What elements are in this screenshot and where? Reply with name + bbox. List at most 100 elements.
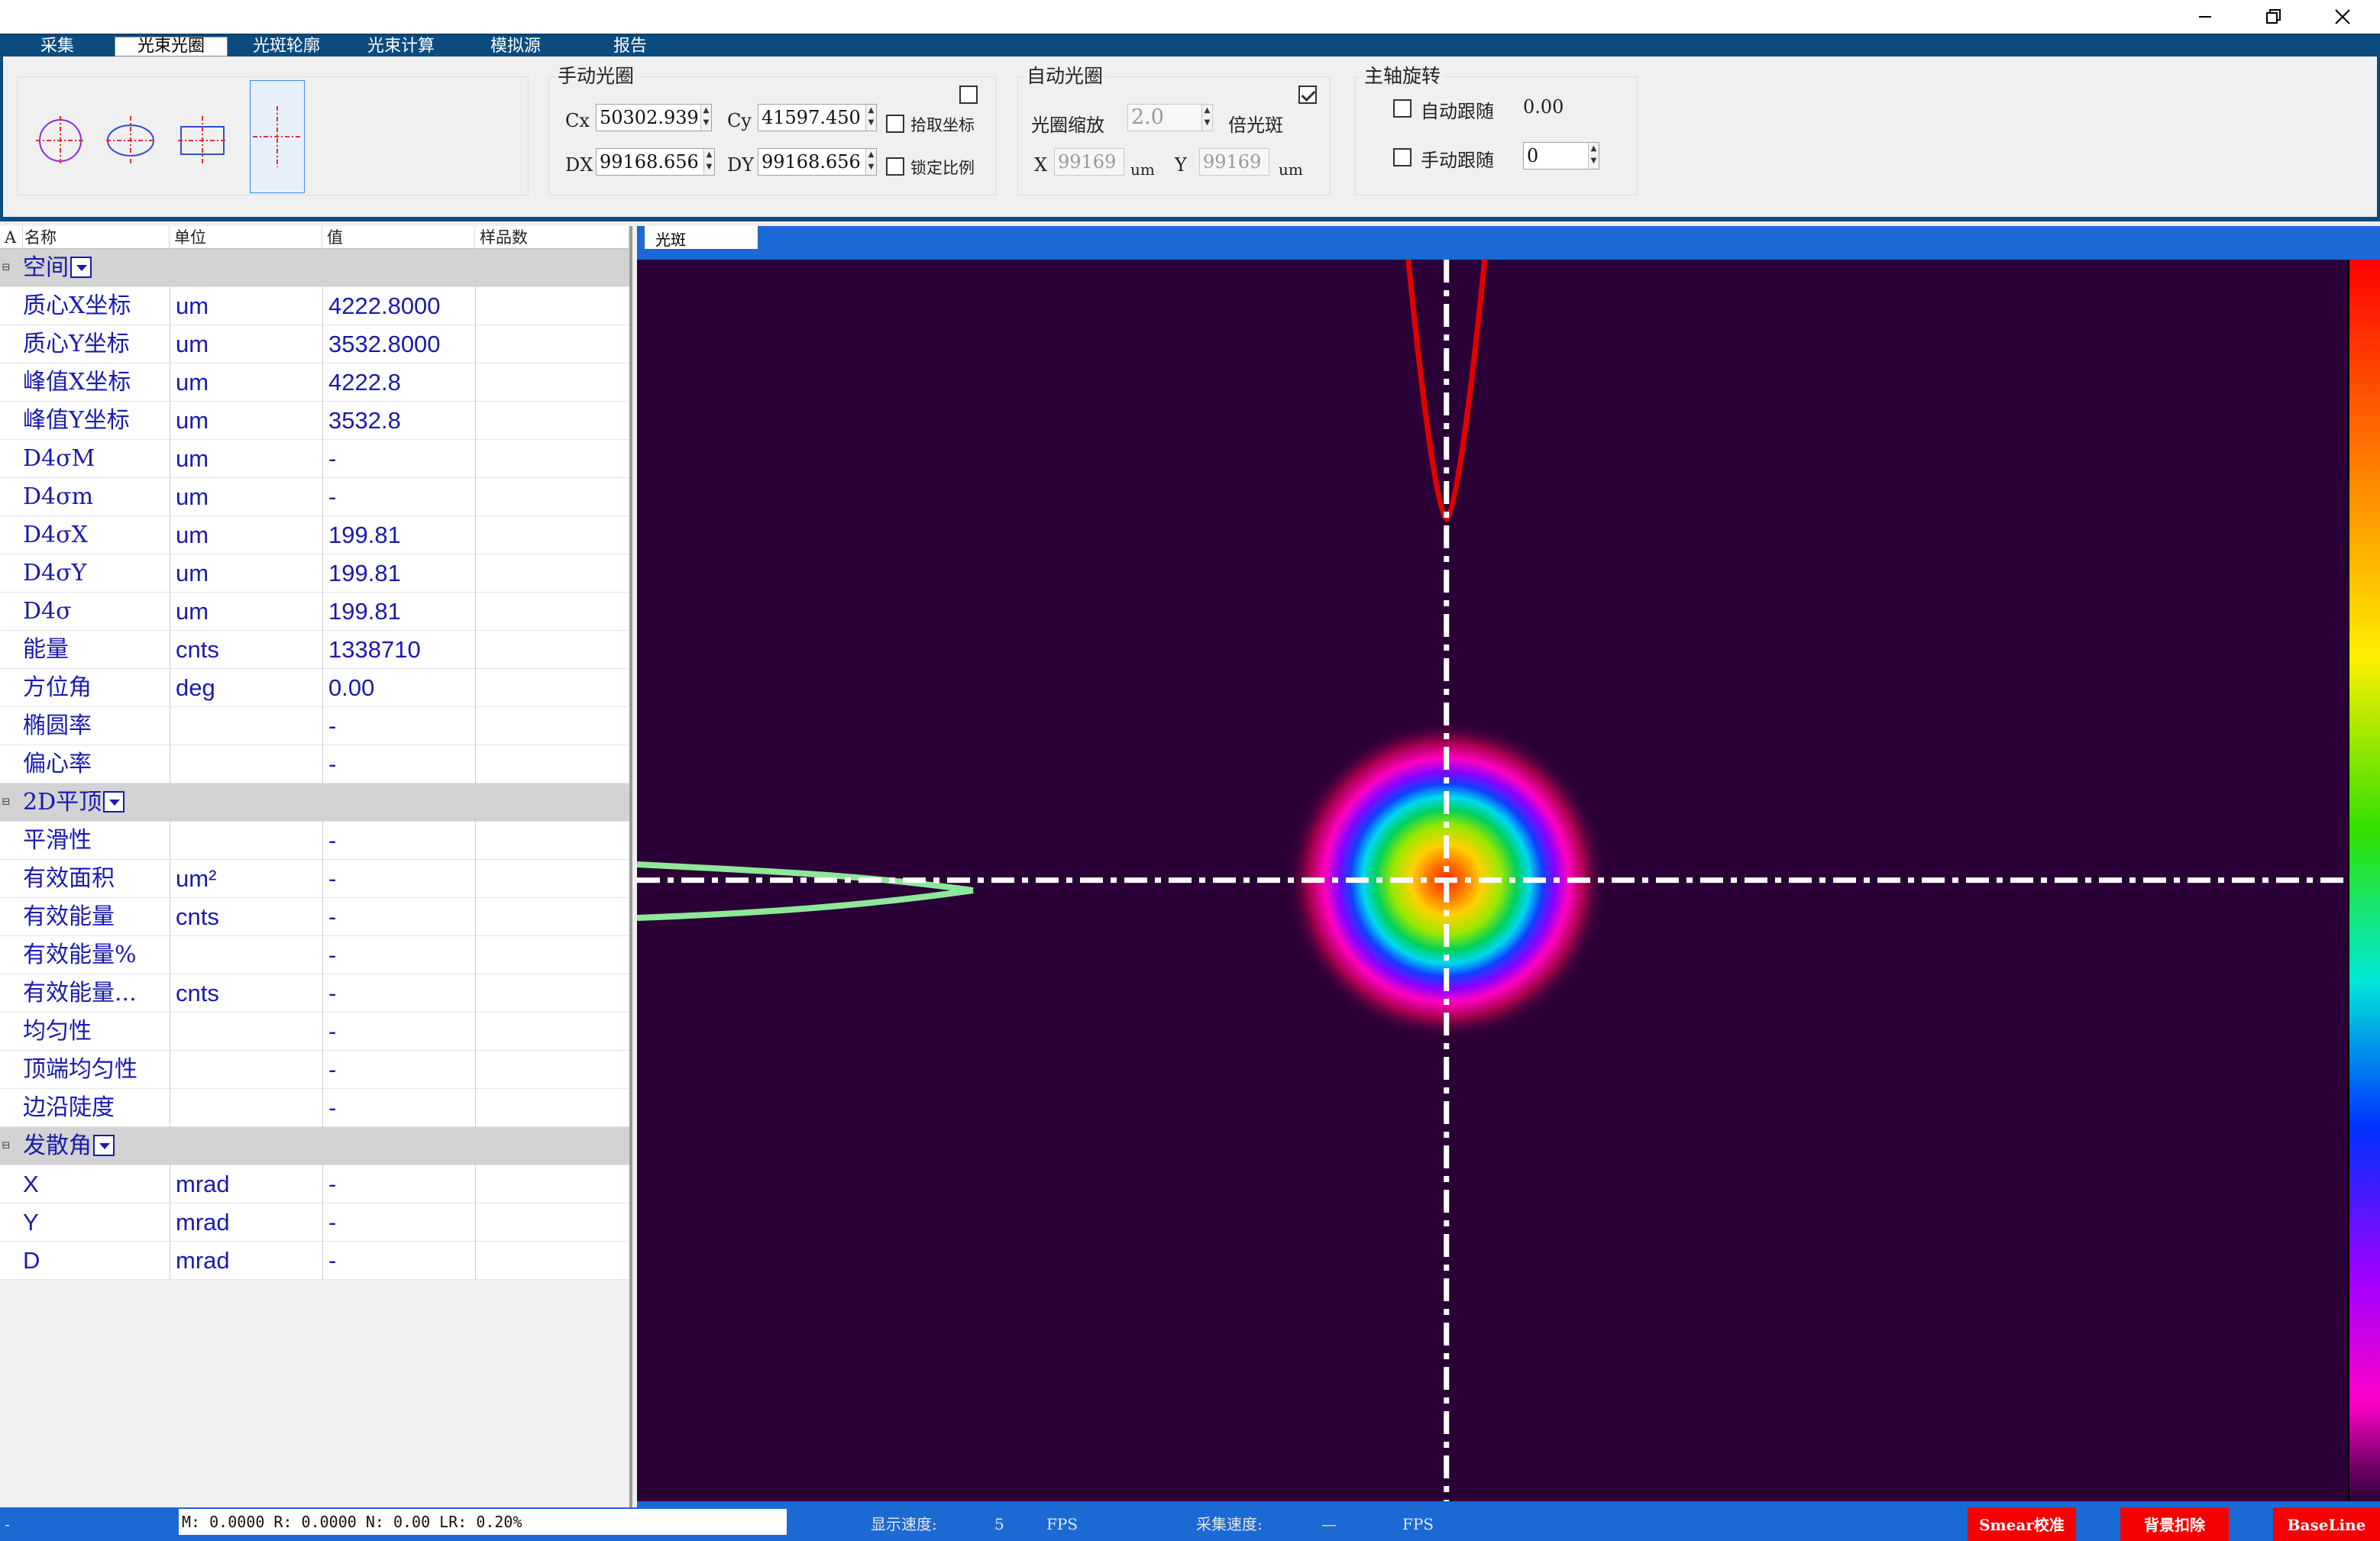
grid-row[interactable]: 质心Y坐标 um 3532.8000 (0, 325, 629, 363)
dropdown-arrow-icon[interactable] (93, 1135, 115, 1156)
collapse-icon[interactable]: ⊟ (2, 796, 12, 808)
menu-item-capture[interactable]: 采集 (23, 35, 92, 58)
property-value: - (328, 942, 337, 968)
close-button[interactable] (2308, 0, 2377, 34)
menu-item-aperture[interactable]: 光束光圈 (115, 37, 228, 57)
column-divider (322, 1089, 323, 1127)
rotation-title: 主轴旋转 (1361, 61, 1444, 89)
spin-arrows-icon[interactable]: ▲ ▼ (1588, 143, 1599, 169)
spin-arrows-icon[interactable]: ▲ ▼ (703, 149, 714, 175)
grid-row[interactable]: 偏心率 - (0, 745, 629, 783)
grid-row[interactable]: 有效面积 um² - (0, 860, 629, 898)
column-divider (475, 249, 476, 287)
grid-row[interactable]: 峰值Y坐标 um 3532.8 (0, 402, 629, 440)
grid-row[interactable]: 均匀性 - (0, 1013, 629, 1051)
manual-follow-checkbox[interactable] (1393, 148, 1412, 166)
grid-row[interactable]: 峰值X坐标 um 4222.8 (0, 363, 629, 402)
auto-y-input[interactable]: 99169 (1199, 148, 1269, 176)
property-unit: mrad (176, 1209, 230, 1236)
auto-x-input[interactable]: 99169 (1054, 148, 1124, 176)
column-divider (475, 287, 476, 325)
grid-row[interactable]: Ymrad - (0, 1203, 629, 1242)
spin-arrows-icon[interactable]: ▲ ▼ (865, 105, 876, 131)
dy-input[interactable]: 99168.656 ▲ ▼ (758, 148, 877, 176)
beam-spot-view[interactable] (637, 260, 2380, 1507)
grid-row[interactable]: 有效能量% - (0, 936, 629, 974)
spin-arrows-icon[interactable]: ▲ ▼ (865, 149, 876, 175)
ellipse-shape-button[interactable] (33, 85, 88, 196)
header-samples[interactable]: 样品数 (475, 226, 629, 249)
header-name[interactable]: 名称 (20, 226, 170, 249)
grid-group-row[interactable]: ⊟ 发散角 (0, 1127, 629, 1165)
dropdown-arrow-icon[interactable] (70, 257, 92, 278)
pick-coords-checkbox[interactable] (886, 115, 904, 133)
grid-row[interactable]: D4σX um 199.81 (0, 516, 629, 554)
tab-beam-spot[interactable]: 光斑 (645, 226, 758, 249)
restore-button[interactable] (2239, 0, 2308, 34)
display-speed-label: 显示速度: (871, 1515, 937, 1533)
property-value: 199.81 (328, 560, 401, 586)
grid-row[interactable]: 顶端均匀性 - (0, 1051, 629, 1089)
smear-calibration-button[interactable]: Smear校准 (1968, 1507, 2076, 1541)
grid-row[interactable]: D4σM um - (0, 440, 629, 478)
grid-row[interactable]: D4σ um 199.81 (0, 593, 629, 631)
grid-row[interactable]: D4σm um - (0, 478, 629, 516)
property-unit: um (176, 598, 209, 625)
collapse-icon[interactable]: ⊟ (2, 1140, 12, 1152)
crosshair-shape-button[interactable] (250, 80, 305, 193)
beam-view-panel: 光斑 (637, 226, 2380, 1507)
aperture-scale-input[interactable]: 2.0 ▲ ▼ (1127, 104, 1213, 131)
grid-row[interactable]: Xmrad - (0, 1165, 629, 1203)
grid-row[interactable]: 椭圆率 - (0, 707, 629, 745)
title-bar (0, 0, 2380, 34)
auto-aperture-enable-checkbox[interactable] (1298, 86, 1317, 104)
grid-row[interactable]: 平滑性 - (0, 822, 629, 860)
manual-follow-value: 0 (1527, 145, 1539, 166)
spin-arrows-icon[interactable]: ▲ ▼ (700, 105, 711, 131)
menu-item-profile[interactable]: 光斑轮廓 (234, 35, 339, 58)
background-subtract-button[interactable]: 背景扣除 (2120, 1507, 2229, 1541)
menu-item-report[interactable]: 报告 (588, 35, 672, 58)
cx-input[interactable]: 50302.939 ▲ ▼ (596, 104, 712, 131)
column-divider (322, 707, 323, 745)
header-value[interactable]: 值 (322, 226, 475, 249)
cy-input[interactable]: 41597.450 ▲ ▼ (758, 104, 877, 131)
dropdown-arrow-icon[interactable] (103, 791, 125, 812)
grid-group-row[interactable]: ⊟ 2D平顶 (0, 783, 629, 822)
column-divider (322, 554, 323, 593)
cx-label: Cx (565, 110, 590, 131)
auto-follow-checkbox[interactable] (1393, 99, 1412, 118)
grid-row[interactable]: 质心X坐标 um 4222.8000 (0, 287, 629, 325)
cy-value: 41597.450 (762, 107, 861, 128)
property-value: - (328, 483, 337, 510)
lock-ratio-checkbox[interactable] (886, 157, 904, 176)
menu-item-sim-source[interactable]: 模拟源 (463, 35, 568, 58)
grid-row[interactable]: 方位角 deg 0.00 (0, 669, 629, 707)
manual-follow-input[interactable]: 0 ▲ ▼ (1523, 142, 1599, 170)
property-unit (176, 1051, 321, 1089)
column-divider (475, 707, 476, 745)
column-divider (475, 1203, 476, 1242)
menu-item-calc[interactable]: 光束计算 (348, 35, 454, 58)
grid-row[interactable]: 有效能量 cnts - (0, 898, 629, 936)
grid-group-row[interactable]: ⊟ 空间 (0, 249, 629, 287)
grid-row[interactable]: 有效能量... cnts - (0, 974, 629, 1013)
grid-row[interactable]: D4σY um 199.81 (0, 554, 629, 593)
dx-input[interactable]: 99168.656 ▲ ▼ (596, 148, 715, 176)
manual-aperture-enable-checkbox[interactable] (959, 86, 978, 104)
rectangle-shape-button[interactable] (175, 85, 230, 196)
property-unit: um (176, 331, 209, 357)
spin-arrows-icon[interactable]: ▲ ▼ (1201, 105, 1212, 131)
collapse-icon[interactable]: ⊟ (2, 262, 12, 273)
column-divider (322, 783, 323, 822)
baseline-button[interactable]: BaseLine (2273, 1507, 2380, 1541)
minimize-button[interactable] (2171, 0, 2239, 34)
grid-row[interactable]: 能量 cnts 1338710 (0, 631, 629, 669)
ellipse-small-shape-button[interactable] (103, 85, 158, 196)
header-unit[interactable]: 单位 (170, 226, 322, 249)
grid-row[interactable]: 边沿陡度 - (0, 1089, 629, 1127)
grid-row[interactable]: Dmrad - (0, 1242, 629, 1280)
pick-coords-label: 拾取坐标 (910, 116, 975, 134)
property-unit: cnts (176, 636, 219, 663)
column-divider (322, 440, 323, 478)
